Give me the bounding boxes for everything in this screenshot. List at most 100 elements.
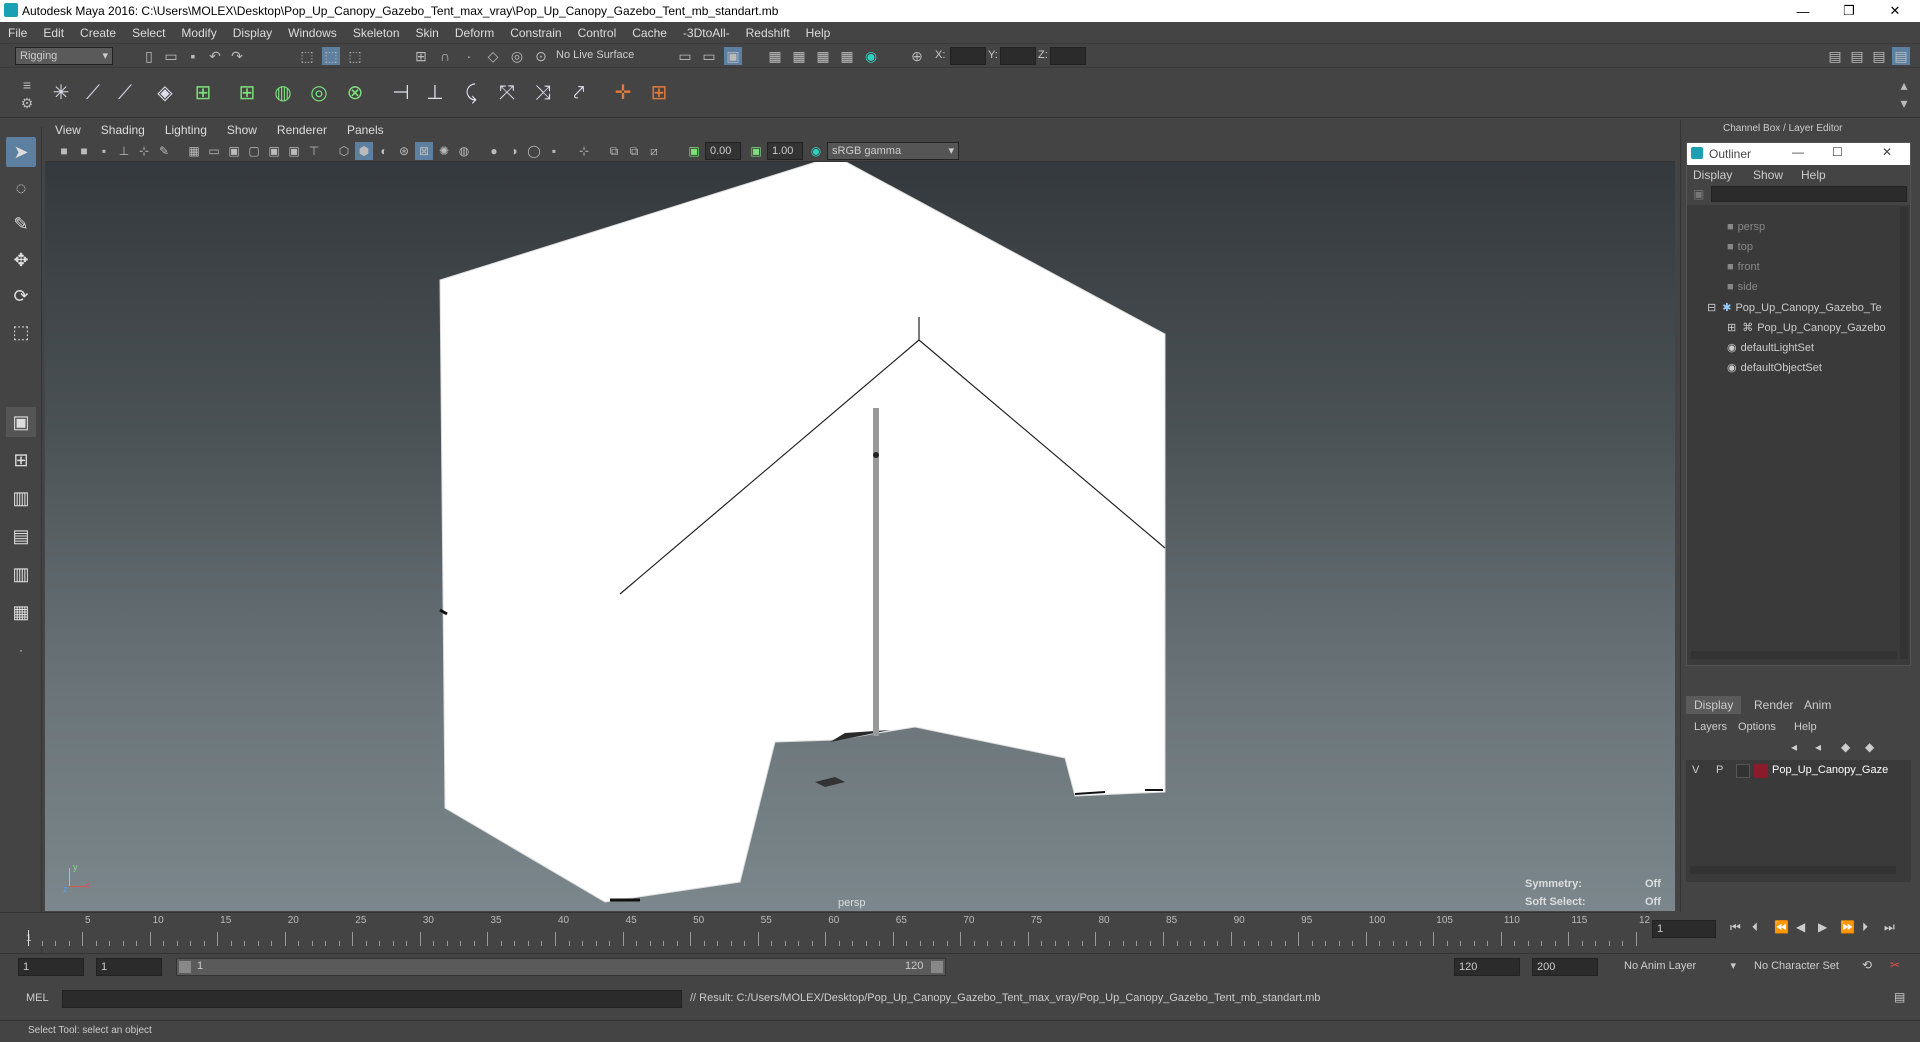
render-frame-icon[interactable]: ▦ — [790, 47, 808, 65]
outliner-item-front[interactable]: ■ front — [1727, 261, 1760, 273]
select-tool-icon[interactable]: ➤ — [6, 137, 36, 167]
screen-space-ao-icon[interactable]: ● — [485, 142, 503, 160]
cluster-icon[interactable]: ⊞ — [234, 79, 260, 107]
open-scene-icon[interactable]: ▭ — [162, 47, 180, 65]
animation-prefs-icon[interactable]: ✂ — [1890, 958, 1900, 972]
hypershade-layout-icon[interactable]: ▦ — [6, 597, 36, 627]
mode-dropdown[interactable]: Rigging ▾ — [15, 47, 113, 65]
outliner-close-button[interactable]: ✕ — [1882, 145, 1892, 159]
shelf-menu-icon[interactable]: ≡ — [18, 76, 36, 94]
grid-icon[interactable]: ▦ — [185, 142, 203, 160]
select-hierarchy-icon[interactable]: ⬚ — [298, 47, 316, 65]
outliner-search-input[interactable] — [1711, 186, 1907, 202]
paint-select-tool-icon[interactable]: ✎ — [6, 209, 36, 239]
minimize-button[interactable]: — — [1780, 0, 1826, 22]
menu-windows[interactable]: Windows — [280, 26, 345, 40]
layer-menu-options[interactable]: Options — [1738, 721, 1776, 733]
z-field[interactable] — [1050, 47, 1086, 65]
bookmark-icon[interactable]: ▪ — [95, 142, 113, 160]
redo-icon[interactable]: ↷ — [228, 47, 246, 65]
depth-of-field-icon[interactable]: ▪ — [545, 142, 563, 160]
outliner-item-persp[interactable]: ■ persp — [1727, 221, 1765, 233]
modeling-toolkit-icon[interactable]: ▤ — [1826, 47, 1844, 65]
ipr-render-icon[interactable]: ▦ — [814, 47, 832, 65]
go-to-start-icon[interactable]: ⏮ — [1730, 920, 1741, 935]
range-slider-bar[interactable]: 1 120 — [176, 958, 946, 976]
menu-file[interactable]: File — [0, 26, 35, 40]
scene-end-field[interactable]: 200 — [1532, 958, 1598, 976]
vp-menu-lighting[interactable]: Lighting — [155, 123, 217, 137]
layer-reference-toggle[interactable] — [1736, 764, 1750, 778]
vp-menu-renderer[interactable]: Renderer — [267, 123, 337, 137]
channel-box-icon[interactable]: ▤ — [1892, 47, 1910, 65]
move-layer-up-icon[interactable]: ◂ — [1791, 740, 1797, 754]
scale-tool-icon[interactable]: ⬚ — [6, 317, 36, 347]
sculpt-icon[interactable]: ⊗ — [342, 79, 368, 107]
step-forward-key-icon[interactable]: ⏩ — [1840, 920, 1855, 934]
persp-outliner-layout-icon[interactable]: ▤ — [6, 521, 36, 551]
outliner-vscrollbar[interactable] — [1900, 207, 1908, 659]
outliner-maximize-button[interactable]: ☐ — [1832, 145, 1843, 159]
vp-menu-shading[interactable]: Shading — [91, 123, 155, 137]
lattice-icon[interactable]: ◍ — [270, 79, 296, 107]
tab-anim[interactable]: Anim — [1796, 696, 1839, 714]
menu-control[interactable]: Control — [570, 26, 625, 40]
play-backward-icon[interactable]: ◀ — [1796, 920, 1805, 934]
command-input[interactable] — [62, 990, 682, 1008]
menu-display[interactable]: Display — [225, 26, 280, 40]
layer-visibility-toggle[interactable]: V — [1692, 764, 1699, 776]
tool-settings-icon[interactable]: ▤ — [1870, 47, 1888, 65]
vp-menu-show[interactable]: Show — [217, 123, 267, 137]
outliner-item-group[interactable]: ⊟ ✱ Pop_Up_Canopy_Gazebo_Te — [1707, 301, 1882, 314]
new-layer-selected-icon[interactable]: ◆ — [1865, 740, 1874, 754]
perspective-viewport[interactable]: y x z persp Symmetry: Off Soft Select: O… — [45, 162, 1675, 911]
layer-menu-layers[interactable]: Layers — [1694, 721, 1727, 733]
snap-view-icon[interactable]: ◇ — [484, 47, 502, 65]
color-management-icon[interactable]: ◉ — [807, 142, 825, 160]
tab-display[interactable]: Display — [1686, 696, 1742, 714]
menu-modify[interactable]: Modify — [173, 26, 224, 40]
tab-render[interactable]: Render — [1746, 696, 1801, 714]
shelf-scroll-up-icon[interactable]: ▴ — [1895, 76, 1913, 94]
safe-action-icon[interactable]: ▣ — [285, 142, 303, 160]
restore-button[interactable]: ❐ — [1826, 0, 1872, 22]
camera-select-icon[interactable]: ■ — [55, 142, 73, 160]
grease-pencil-icon[interactable]: ✎ — [155, 142, 173, 160]
outliner-item-top[interactable]: ■ top — [1727, 241, 1753, 253]
input-ops-icon[interactable]: ▭ — [676, 47, 694, 65]
output-ops-icon[interactable]: ▭ — [700, 47, 718, 65]
prune-weights-icon[interactable]: ⤤ — [566, 79, 592, 107]
gamma-icon[interactable]: ▣ — [747, 142, 765, 160]
isolate-select-icon[interactable]: ⊹ — [575, 142, 593, 160]
menu-skeleton[interactable]: Skeleton — [345, 26, 408, 40]
menu-create[interactable]: Create — [72, 26, 124, 40]
gazebo-tent-model[interactable] — [45, 162, 1675, 911]
character-set-dropdown[interactable]: No Character Set — [1750, 958, 1868, 976]
ik-spline-icon[interactable]: ⟋ — [112, 79, 138, 107]
construction-history-icon[interactable]: ▣ — [724, 47, 742, 65]
lasso-tool-icon[interactable]: ◌ — [6, 173, 36, 203]
mirror-weights-icon[interactable]: ⤨ — [530, 79, 556, 107]
close-button[interactable]: ✕ — [1872, 0, 1918, 22]
outliner-menu-show[interactable]: Show — [1753, 168, 1783, 182]
layer-menu-help[interactable]: Help — [1794, 721, 1817, 733]
image-plane-icon[interactable]: ⊥ — [115, 142, 133, 160]
exposure-icon[interactable]: ▣ — [685, 142, 703, 160]
weight-hammer-icon[interactable]: ⤹ — [458, 79, 484, 107]
time-slider[interactable]: 1 51015202530354045505560657075808590951… — [0, 912, 1680, 946]
menu-3dtoall[interactable]: -3DtoAll- — [675, 26, 738, 40]
command-language[interactable]: MEL — [26, 992, 49, 1004]
step-back-key-icon[interactable]: ⏪ — [1774, 920, 1789, 934]
transform-constraint-icon[interactable]: ⊕ — [908, 47, 926, 65]
step-forward-frame-icon[interactable]: ⏵ — [1862, 920, 1868, 935]
render-view-icon[interactable]: ▦ — [838, 47, 856, 65]
persp-graph-layout-icon[interactable]: ▥ — [6, 559, 36, 589]
outliner-minimize-button[interactable]: — — [1792, 145, 1804, 159]
aim-constraint-icon[interactable]: ⊞ — [646, 79, 672, 107]
script-editor-icon[interactable]: ▤ — [1894, 990, 1905, 1004]
wireframe-on-shaded-icon[interactable]: ◐ — [375, 142, 393, 160]
motion-blur-icon[interactable]: ◑ — [505, 142, 523, 160]
rotate-tool-icon[interactable]: ⟳ — [6, 281, 36, 311]
paint-weights-icon[interactable]: ⊥ — [422, 79, 448, 107]
backface-icon[interactable]: ⧄ — [645, 142, 663, 160]
